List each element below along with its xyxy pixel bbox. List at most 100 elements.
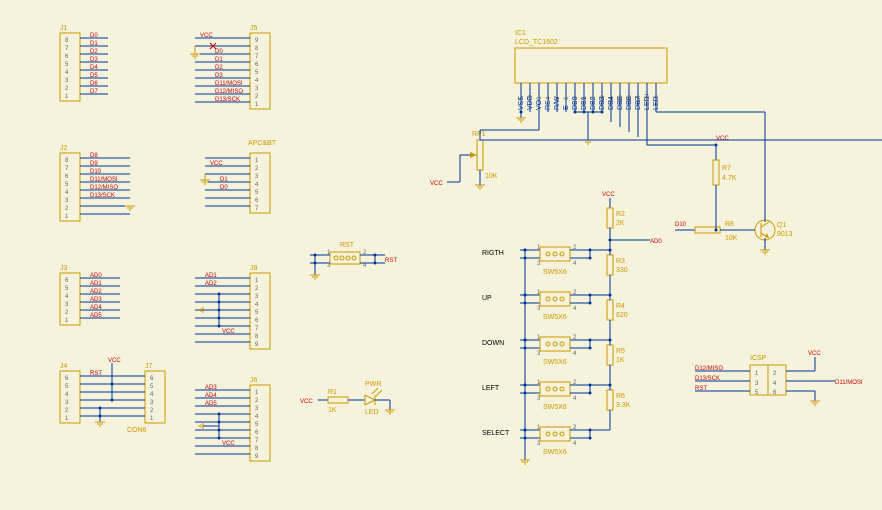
svg-text:6: 6 (255, 62, 259, 68)
svg-text:4: 4 (573, 441, 577, 447)
btn-right: RIGTH 12 34 SW5X6 (482, 245, 610, 276)
connector-j1: J1 8D0 7D1 6D2 5D3 4D4 3D5 2D6 1D7 (60, 25, 108, 101)
svg-text:5: 5 (65, 62, 69, 68)
svg-text:3: 3 (65, 400, 69, 406)
svg-text:3: 3 (65, 302, 69, 308)
svg-text:14: 14 (636, 95, 642, 102)
svg-text:2: 2 (65, 86, 69, 92)
svg-text:CON6: CON6 (127, 427, 147, 434)
svg-text:D1: D1 (215, 57, 223, 63)
svg-text:D12/MISO: D12/MISO (695, 366, 723, 372)
svg-text:VCC: VCC (222, 441, 235, 447)
svg-text:4: 4 (65, 70, 69, 76)
svg-text:9: 9 (255, 342, 259, 348)
svg-text:4: 4 (65, 294, 69, 300)
connector-j3: J3 6AD0 5AD1 4AD2 3AD3 2AD4 1AD5 (60, 265, 120, 325)
svg-text:8: 8 (255, 446, 259, 452)
svg-text:6: 6 (65, 54, 69, 60)
connector-j4: J4 6RST 5 4 3 2 1 VCC (60, 358, 127, 423)
svg-text:4: 4 (573, 396, 577, 402)
svg-text:8: 8 (255, 46, 259, 52)
svg-text:1: 1 (65, 94, 69, 100)
r8: R8 10K D10 (675, 221, 750, 242)
svg-text:VCC: VCC (300, 399, 313, 405)
svg-text:3: 3 (255, 294, 259, 300)
svg-text:AD5: AD5 (205, 401, 217, 407)
svg-text:6: 6 (65, 174, 69, 180)
svg-text:SW5X6: SW5X6 (543, 269, 567, 276)
svg-text:D2: D2 (90, 49, 98, 55)
svg-text:13: 13 (627, 95, 633, 102)
svg-text:D12/MISO: D12/MISO (215, 89, 243, 95)
svg-text:D8: D8 (90, 153, 98, 159)
svg-text:2: 2 (773, 371, 777, 377)
svg-text:2: 2 (65, 408, 69, 414)
svg-text:4: 4 (65, 190, 69, 196)
svg-text:UP: UP (482, 295, 492, 302)
svg-text:4.7K: 4.7K (722, 175, 737, 182)
svg-text:3.3K: 3.3K (616, 402, 631, 409)
svg-text:RST: RST (695, 386, 707, 392)
svg-text:AD1: AD1 (205, 273, 217, 279)
btn-select: SELECT 12 34 SW5X6 (482, 425, 610, 456)
svg-text:R5: R5 (616, 348, 625, 355)
svg-text:7: 7 (65, 166, 69, 172)
svg-text:D11/MOSI: D11/MOSI (835, 380, 863, 386)
svg-text:D13/SCK: D13/SCK (215, 97, 240, 103)
svg-text:D13/SCK: D13/SCK (695, 376, 720, 382)
svg-text:VCC: VCC (430, 181, 443, 187)
rp1-pot: RP1 10K VCC (430, 130, 882, 187)
svg-text:R7: R7 (722, 165, 731, 172)
svg-text:2: 2 (255, 398, 259, 404)
svg-text:VCC: VCC (210, 161, 223, 167)
led-circuit: VCC R1 1K PWR LED (300, 381, 395, 416)
svg-text:R3: R3 (616, 258, 625, 265)
svg-text:2: 2 (255, 286, 259, 292)
svg-text:J5: J5 (250, 25, 258, 32)
r7: R7 4.7K (713, 160, 737, 230)
svg-text:D1: D1 (220, 177, 228, 183)
svg-text:5: 5 (255, 190, 259, 196)
svg-text:6: 6 (65, 278, 69, 284)
svg-text:4: 4 (255, 78, 259, 84)
svg-text:J2: J2 (60, 145, 68, 152)
gnd-j6 (199, 423, 203, 429)
svg-text:ICSP: ICSP (750, 355, 767, 362)
svg-text:R2: R2 (616, 211, 625, 218)
svg-text:RST: RST (385, 258, 397, 264)
svg-text:R8: R8 (725, 221, 734, 228)
svg-text:4: 4 (363, 263, 367, 269)
svg-text:1: 1 (255, 158, 259, 164)
svg-text:6: 6 (255, 198, 259, 204)
svg-text:RST: RST (90, 371, 102, 377)
svg-text:5: 5 (65, 286, 69, 292)
svg-text:R1: R1 (328, 389, 337, 396)
svg-text:D3: D3 (90, 57, 98, 63)
svg-text:D3: D3 (215, 73, 223, 79)
svg-text:8: 8 (65, 38, 69, 44)
svg-text:4: 4 (546, 96, 552, 100)
svg-text:SW5X6: SW5X6 (543, 404, 567, 411)
svg-text:620: 620 (616, 312, 628, 319)
svg-text:D0: D0 (220, 185, 228, 191)
svg-text:10K: 10K (725, 235, 738, 242)
svg-text:1: 1 (755, 371, 759, 377)
svg-text:SW5X6: SW5X6 (543, 314, 567, 321)
svg-text:2: 2 (150, 408, 154, 414)
svg-text:VCC: VCC (108, 358, 121, 364)
svg-text:Q1: Q1 (777, 222, 786, 229)
svg-text:VCC: VCC (222, 329, 235, 335)
svg-text:9: 9 (255, 454, 259, 460)
svg-text:DOWN: DOWN (482, 340, 504, 347)
svg-text:1: 1 (65, 416, 69, 422)
svg-text:4: 4 (65, 392, 69, 398)
icsp-header: ICSP 12 34 56 D12/MISO D13/SCK RST D11/M… (695, 351, 863, 405)
svg-text:7: 7 (65, 46, 69, 52)
svg-text:D5: D5 (90, 73, 98, 79)
svg-text:AD2: AD2 (90, 289, 102, 295)
svg-text:3: 3 (255, 86, 259, 92)
svg-text:AD5: AD5 (90, 313, 102, 319)
svg-text:4: 4 (773, 381, 777, 387)
svg-text:1: 1 (65, 318, 69, 324)
connector-j7: J7 6 5 4 3 2 1 CON6 (127, 363, 165, 434)
